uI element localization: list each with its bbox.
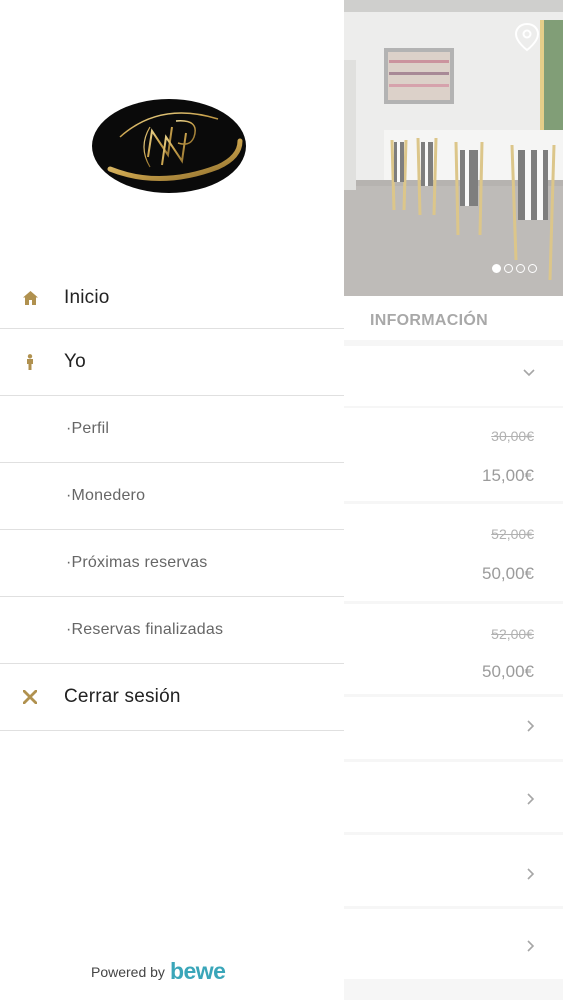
menu-item-inicio[interactable]: Inicio [0,268,344,329]
menu-item-label: ·Perfil [66,420,110,437]
menu-item-yo[interactable]: Yo [0,329,344,396]
home-icon [20,291,40,305]
powered-by[interactable]: Powered by bewe [91,958,226,985]
drawer-menu: Inicio Yo ·Perfil ·Monedero ·Próximas re… [0,268,344,731]
powered-by-text: Powered by [91,963,165,980]
menu-item-monedero[interactable]: ·Monedero [0,463,344,530]
close-icon [20,690,40,704]
menu-item-label: Inicio [64,287,110,308]
salon-logo [90,97,248,195]
menu-item-label: ·Monedero [66,487,146,504]
bewe-logo: bewe [169,958,226,984]
person-icon [20,354,40,370]
menu-item-cerrar-sesion[interactable]: Cerrar sesión [0,664,344,731]
menu-item-label: Yo [64,351,86,372]
menu-item-label: ·Reservas finalizadas [66,621,224,638]
menu-item-label: Cerrar sesión [64,686,181,707]
drawer-overlay[interactable] [344,0,563,1000]
menu-item-proximas-reservas[interactable]: ·Próximas reservas [0,530,344,597]
side-drawer: Inicio Yo ·Perfil ·Monedero ·Próximas re… [0,0,344,1000]
menu-item-perfil[interactable]: ·Perfil [0,396,344,463]
menu-item-reservas-finalizadas[interactable]: ·Reservas finalizadas [0,597,344,664]
menu-item-label: ·Próximas reservas [66,554,208,571]
